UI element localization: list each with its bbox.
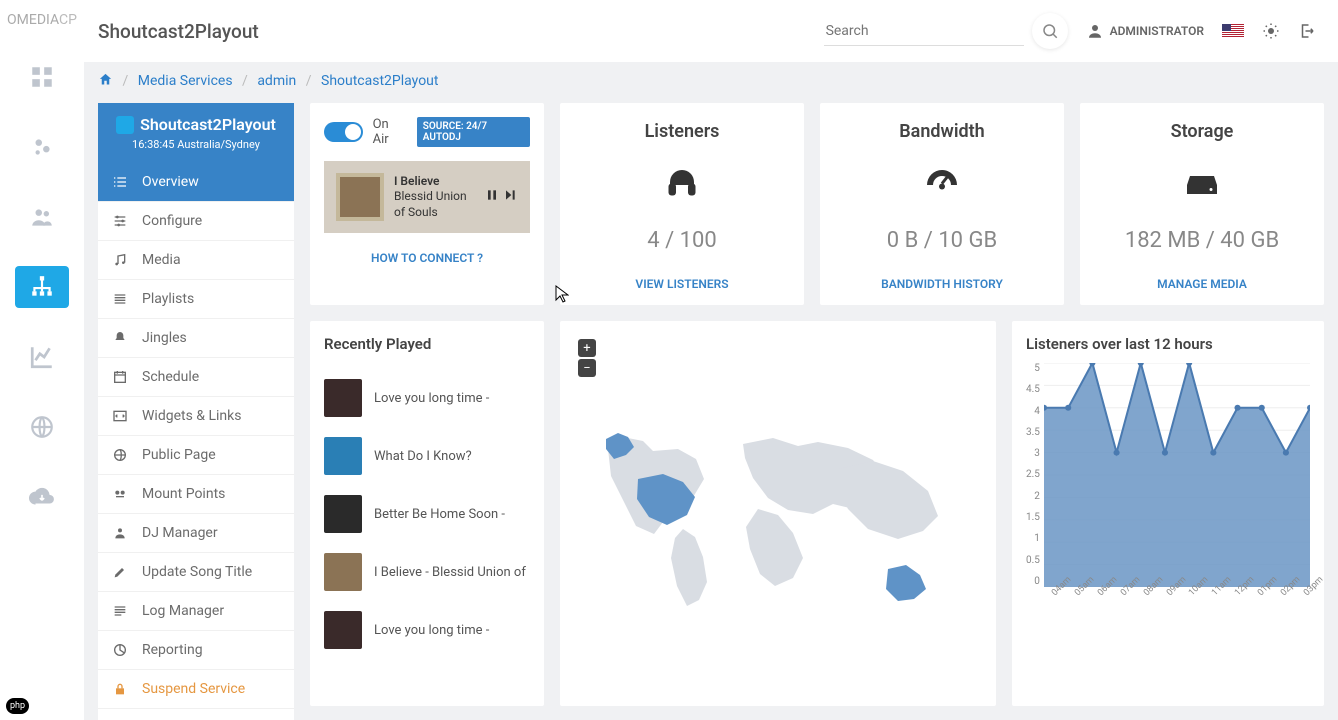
bandwidth-history-link[interactable]: BANDWIDTH HISTORY <box>881 277 1003 291</box>
svc-item-dj-manager[interactable]: DJ Manager <box>98 513 294 552</box>
listeners-chart[interactable] <box>1044 363 1310 587</box>
bandwidth-value: 0 B / 10 GB <box>887 228 997 253</box>
map-zoom-in[interactable]: + <box>578 339 596 357</box>
listeners-value: 4 / 100 <box>647 228 716 253</box>
chart-title: Listeners over last 12 hours <box>1026 335 1310 353</box>
theme-toggle-icon[interactable] <box>1262 22 1280 40</box>
pause-icon[interactable] <box>484 187 500 207</box>
track-artist: Blessid Union of Souls <box>394 189 474 220</box>
headphones-icon <box>660 164 704 204</box>
nav-users-icon[interactable] <box>15 196 69 238</box>
svc-item-configure[interactable]: Configure <box>98 201 294 240</box>
listeners-map-card: + − <box>560 321 996 706</box>
recent-item[interactable]: Love you long time - <box>324 369 530 427</box>
how-to-connect-link[interactable]: HOW TO CONNECT ? <box>324 247 530 265</box>
flag-us-icon[interactable] <box>1222 24 1244 38</box>
map-zoom-out[interactable]: − <box>578 359 596 377</box>
storage-title: Storage <box>1171 121 1234 142</box>
iconbar: OMEDIACP <box>0 0 84 720</box>
now-playing: I Believe Blessid Union of Souls <box>324 161 530 233</box>
svc-item-media[interactable]: Media <box>98 240 294 279</box>
nav-services-icon[interactable] <box>15 266 69 308</box>
search-input[interactable] <box>824 17 1024 46</box>
svc-item-overview[interactable]: Overview <box>98 163 294 201</box>
brand-logo[interactable]: OMEDIACP <box>7 12 77 28</box>
php-badge: php <box>6 698 29 714</box>
bandwidth-card: Bandwidth 0 B / 10 GB BANDWIDTH HISTORY <box>820 103 1064 305</box>
listeners-card: Listeners 4 / 100 VIEW LISTENERS <box>560 103 804 305</box>
recent-thumb <box>324 437 362 475</box>
logout-icon[interactable] <box>1298 22 1316 40</box>
page-title: Shoutcast2Playout <box>98 20 259 43</box>
recent-thumb <box>324 553 362 591</box>
search-button[interactable] <box>1032 13 1068 49</box>
track-title: I Believe <box>394 174 474 190</box>
breadcrumb: / Media Services / admin / Shoutcast2Pla… <box>84 62 1338 89</box>
svc-item-suspend-service[interactable]: Suspend Service <box>98 669 294 708</box>
crumb-home[interactable] <box>98 73 113 89</box>
service-time: 16:38:45 Australia/Sydney <box>112 138 280 151</box>
next-icon[interactable] <box>502 187 518 207</box>
recent-item[interactable]: Love you long time - <box>324 601 530 659</box>
listeners-chart-card: Listeners over last 12 hours 54.543.532.… <box>1012 321 1324 706</box>
svc-item-playlists[interactable]: Playlists <box>98 279 294 318</box>
svc-item-update-song-title[interactable]: Update Song Title <box>98 552 294 591</box>
view-listeners-link[interactable]: VIEW LISTENERS <box>635 277 728 291</box>
recent-thumb <box>324 379 362 417</box>
crumb-media-services[interactable]: Media Services <box>138 73 233 89</box>
gauge-icon <box>920 164 964 204</box>
recent-item[interactable]: What Do I Know? <box>324 427 530 485</box>
admin-menu[interactable]: ADMINISTRATOR <box>1086 22 1204 40</box>
svc-item-reporting[interactable]: Reporting <box>98 630 294 669</box>
recently-played-card: Recently Played Love you long time -What… <box>310 321 544 706</box>
bandwidth-title: Bandwidth <box>899 121 984 142</box>
storage-value: 182 MB / 40 GB <box>1125 228 1279 253</box>
source-badge: SOURCE: 24/7 AUTODJ <box>417 117 530 147</box>
nav-settings-icon[interactable] <box>15 126 69 168</box>
manage-media-link[interactable]: MANAGE MEDIA <box>1157 277 1247 291</box>
recent-thumb <box>324 495 362 533</box>
recent-thumb <box>324 611 362 649</box>
recent-item[interactable]: Better Be Home Soon - <box>324 485 530 543</box>
svc-item-delete-service[interactable]: Delete Service <box>98 708 294 720</box>
onair-label: On Air <box>373 117 407 147</box>
album-art <box>336 173 384 221</box>
nav-globe-icon[interactable] <box>15 406 69 448</box>
storage-card: Storage 182 MB / 40 GB MANAGE MEDIA <box>1080 103 1324 305</box>
nav-analytics-icon[interactable] <box>15 336 69 378</box>
svc-item-public-page[interactable]: Public Page <box>98 435 294 474</box>
service-icon <box>116 116 134 134</box>
recent-item[interactable]: I Believe - Blessid Union of <box>324 543 530 601</box>
svc-item-log-manager[interactable]: Log Manager <box>98 591 294 630</box>
recently-played-title: Recently Played <box>324 335 530 353</box>
nav-download-icon[interactable] <box>15 476 69 518</box>
svc-item-jingles[interactable]: Jingles <box>98 318 294 357</box>
map-region-au[interactable] <box>886 565 926 601</box>
world-map[interactable] <box>588 409 968 619</box>
storage-icon <box>1180 164 1224 204</box>
nav-dashboard-icon[interactable] <box>15 56 69 98</box>
listeners-title: Listeners <box>645 121 720 142</box>
crumb-current[interactable]: Shoutcast2Playout <box>321 73 438 89</box>
svc-item-schedule[interactable]: Schedule <box>98 357 294 396</box>
onair-toggle[interactable] <box>324 122 363 142</box>
service-header: Shoutcast2Playout 16:38:45 Australia/Syd… <box>98 103 294 163</box>
service-menu: Shoutcast2Playout 16:38:45 Australia/Syd… <box>98 103 294 706</box>
svc-item-mount-points[interactable]: Mount Points <box>98 474 294 513</box>
crumb-admin[interactable]: admin <box>257 73 296 89</box>
onair-card: On Air SOURCE: 24/7 AUTODJ I Believe Ble… <box>310 103 544 305</box>
topbar: Shoutcast2Playout ADMINISTRATOR <box>84 0 1338 62</box>
svc-item-widgets-links[interactable]: Widgets & Links <box>98 396 294 435</box>
